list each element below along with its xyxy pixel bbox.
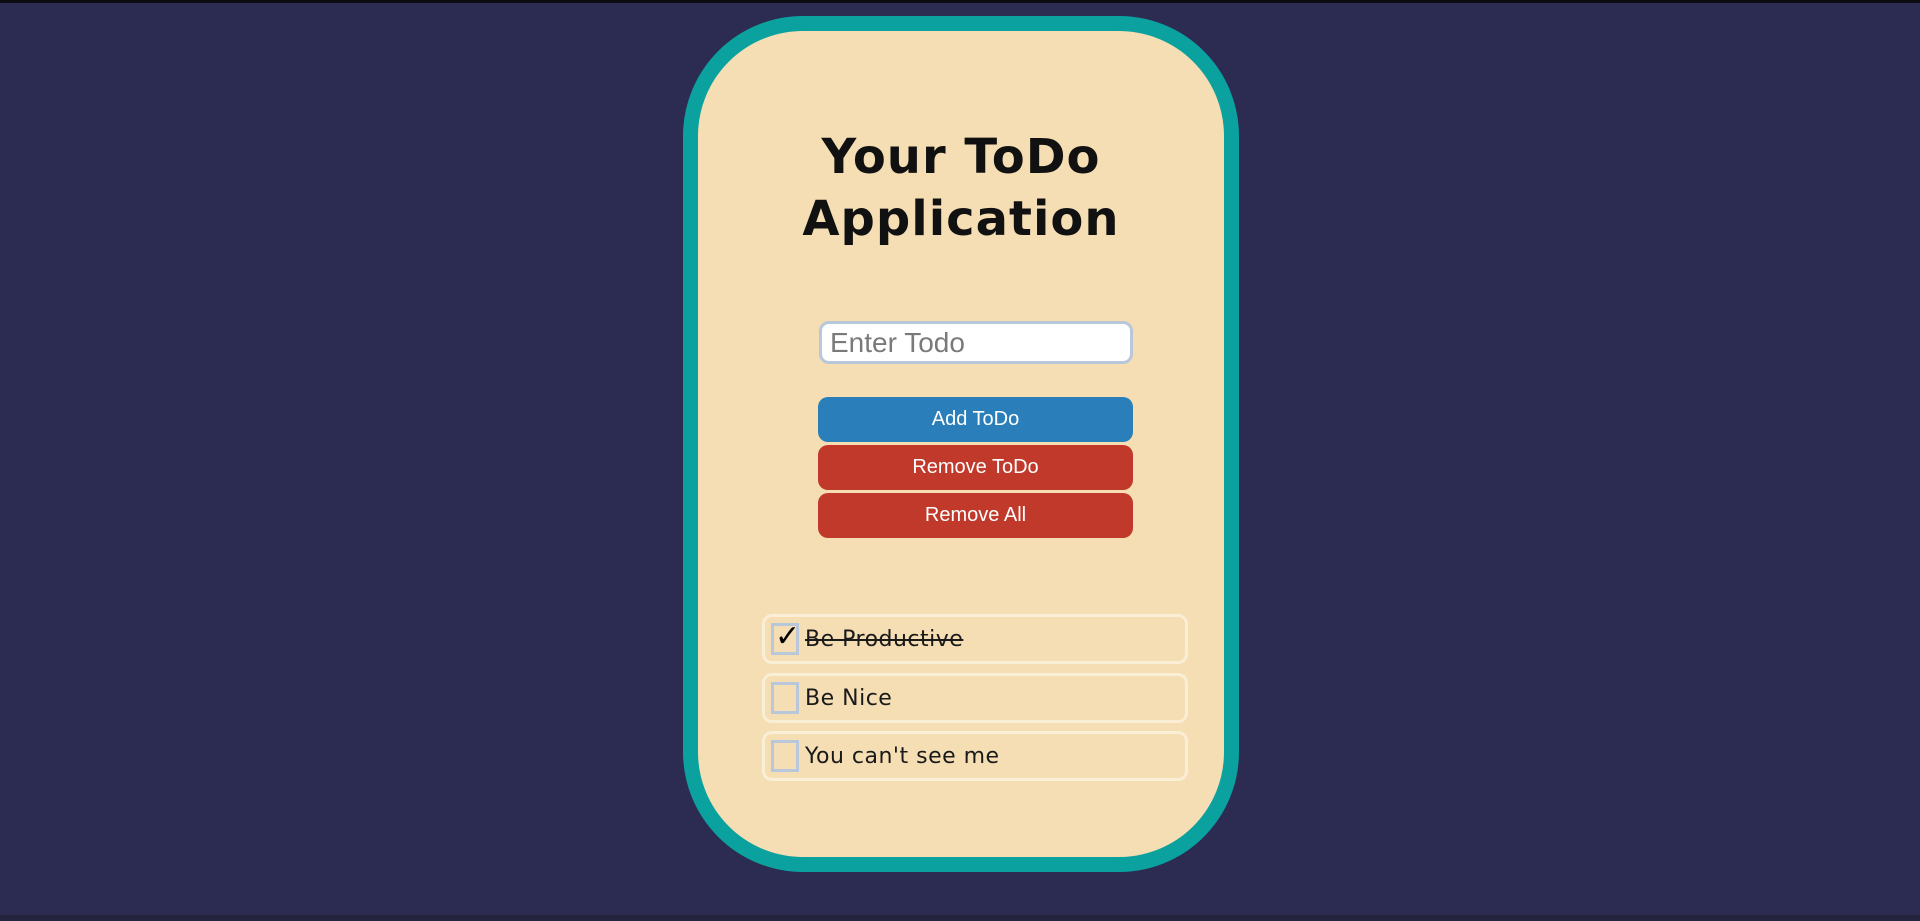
todo-checkbox[interactable]	[771, 682, 799, 714]
app-title: Your ToDo Application	[802, 129, 1120, 247]
window-top-edge	[0, 0, 1920, 3]
window-bottom-edge	[0, 915, 1920, 921]
todo-checkbox[interactable]: ✓	[771, 619, 801, 655]
todo-item[interactable]: ✓ Be Productive	[762, 614, 1188, 664]
todo-text: Be Nice	[805, 685, 893, 711]
todo-card: Your ToDo Application Add ToDo Remove To…	[683, 16, 1239, 872]
checkmark-icon: ✓	[775, 619, 801, 654]
add-todo-button[interactable]: Add ToDo	[818, 397, 1133, 442]
todo-item[interactable]: You can't see me	[762, 731, 1188, 781]
todo-text: You can't see me	[805, 743, 1000, 769]
remove-all-button[interactable]: Remove All	[818, 493, 1133, 538]
todo-input[interactable]	[819, 321, 1133, 364]
remove-todo-button[interactable]: Remove ToDo	[818, 445, 1133, 490]
todo-item[interactable]: Be Nice	[762, 673, 1188, 723]
todo-text: Be Productive	[805, 626, 964, 652]
todo-checkbox[interactable]	[771, 740, 799, 772]
